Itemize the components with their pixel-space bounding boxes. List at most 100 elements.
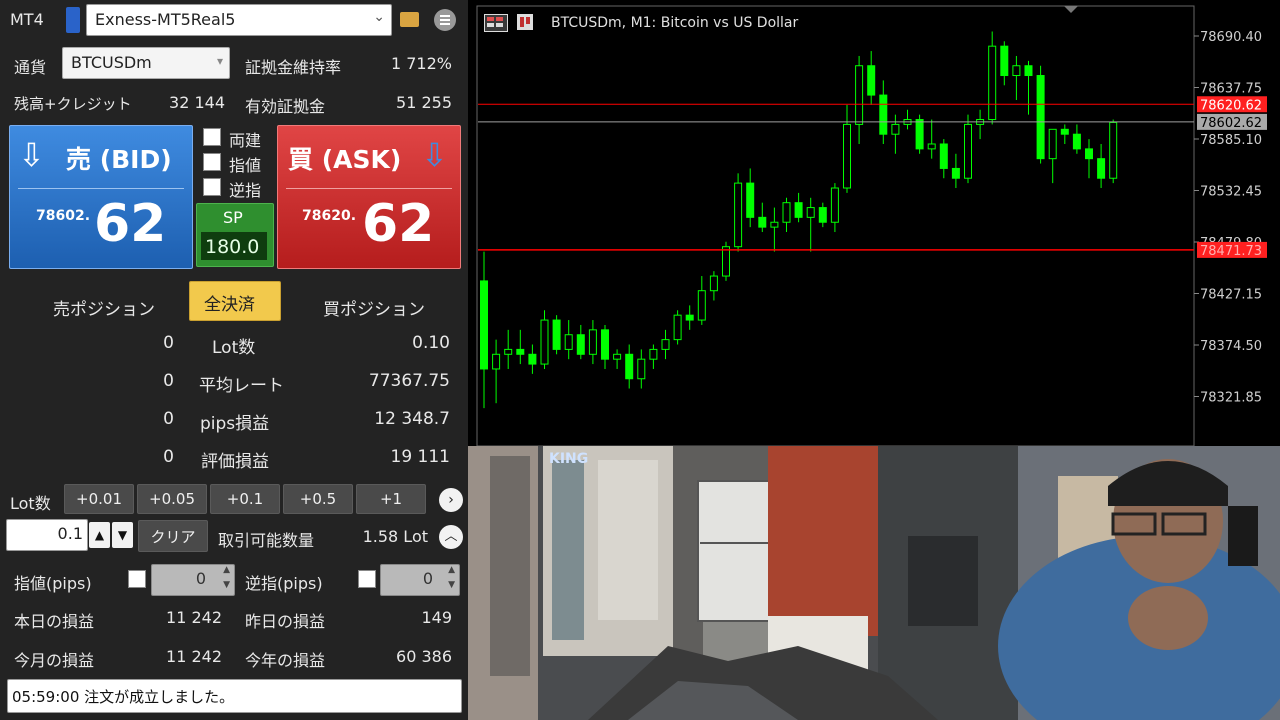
candle-bear [746,182,755,218]
arrow-down-icon: ⇩ [421,136,448,174]
menu-icon[interactable] [434,9,456,31]
tradable-label: 取引可能数量 [218,531,315,550]
stepper-up-icon[interactable]: ▲ [448,565,455,575]
chart-plot-frame [476,5,1195,447]
currency-label: 通貨 [14,58,47,77]
chart-trade-icon[interactable] [517,14,533,30]
candle-bull [1048,128,1057,160]
trading-panel: MT4 Exness-MT5Real5 ⌄ 通貨 BTCUSDm ▾ 証拠金維持… [0,0,468,720]
today-pl-label: 本日の損益 [14,612,95,631]
candle-bear [480,280,488,370]
currency-select[interactable]: BTCUSDm ▾ [62,47,230,79]
lot-down-button[interactable]: ▼ [112,522,133,548]
row-sell-avg: 0 [163,371,174,391]
sell-price-big: 62 [94,194,167,254]
stepper-up-icon[interactable]: ▲ [223,565,230,575]
equity-label: 有効証拠金 [245,97,326,116]
lot-input[interactable]: 0.1 [6,519,88,551]
candle-bull [891,123,900,135]
stop-pips-checkbox[interactable] [358,570,376,588]
lot-up-button[interactable]: ▲ [89,522,110,548]
stop-pips-label: 逆指(pips) [245,574,323,593]
mt4-label: MT4 [10,10,44,29]
account-select[interactable]: Exness-MT5Real5 ⌄ [86,4,392,36]
spread-value: 180.0 [205,236,260,258]
lot-add-1-button[interactable]: +1 [356,484,426,514]
folder-icon[interactable] [400,12,419,27]
candle-bull [673,314,682,341]
axis-label: 78532.45 [1200,185,1262,200]
candle-bear [794,202,803,218]
status-bar: 05:59:00 注文が成立しました。 [7,679,462,713]
candle-bull [964,123,972,179]
candle-bull [843,123,851,189]
chart-grid-icon[interactable] [484,14,508,32]
close-all-button[interactable]: 全決済 [189,281,281,321]
candle-bear [552,319,561,350]
chevron-up-icon[interactable]: ︿ [439,525,463,549]
chevron-down-icon: ⌄ [373,9,385,25]
candle-bull [492,353,501,370]
limit-pips-input[interactable]: 0 ▲ ▼ [151,564,235,596]
candle-bull [637,358,646,380]
row-label-lots: Lot数 [212,338,256,358]
candle-bull [504,348,513,355]
candle-bear [1097,158,1106,179]
stop-pips-input[interactable]: 0 ▲ ▼ [380,564,460,596]
candle-bear [1085,148,1093,160]
stepper-down-icon[interactable]: ▼ [223,580,230,590]
axis-label: 78427.15 [1200,288,1262,303]
account-color-indicator [66,7,80,33]
close-all-label: 全決済 [204,295,255,315]
candle-bear [818,207,827,223]
candle-bear [879,94,888,135]
stop-pips-value: 0 [422,569,433,588]
month-pl-value: 11 242 [166,647,222,666]
buy-button[interactable]: 買 (ASK) ⇩ 78620. 62 [277,125,461,269]
price-chart[interactable]: 78690.4078637.7578585.1078532.4578479.80… [468,0,1280,447]
row-sell-pips: 0 [163,409,174,429]
candle-bear [601,329,609,360]
candle-bull [697,290,706,321]
currency-select-value: BTCUSDm [71,53,152,72]
chart-svg: 78690.4078637.7578585.1078532.4578479.80… [476,5,1267,447]
lot-add-005-button[interactable]: +0.05 [137,484,207,514]
candle-bear [685,314,694,321]
lot-add-01-button[interactable]: +0.1 [210,484,280,514]
candle-bull [855,65,864,125]
candle-bear [867,65,876,96]
candle-bull [540,319,549,365]
candle-bull [830,187,839,223]
lot-add-05-button[interactable]: +0.5 [283,484,353,514]
year-pl-label: 今年の損益 [245,651,326,670]
stop-checkbox[interactable] [203,178,221,196]
candle-bull [613,353,622,360]
candle-bear [1072,133,1081,150]
buy-price-small: 78620. [302,208,357,224]
candle-bear [758,216,767,228]
stepper-down-icon[interactable]: ▼ [448,580,455,590]
account-select-value: Exness-MT5Real5 [95,10,236,29]
axis-label: 78637.75 [1200,82,1262,97]
sell-button[interactable]: ⇩ 売 (BID) 78602. 62 [9,125,193,269]
lot-add-001-button[interactable]: +0.01 [64,484,134,514]
row-label-avg: 平均レート [199,376,284,396]
ask-price-tag: 78620.62 [1200,98,1262,113]
lot-clear-button[interactable]: クリア [138,520,208,552]
chart-title: BTCUSDm, M1: Bitcoin vs US Dollar [551,15,799,31]
yesterday-pl-value: 149 [421,608,452,627]
axis-label: 78321.85 [1200,391,1262,406]
candle-bull [1012,65,1021,77]
year-pl-value: 60 386 [396,647,452,666]
candle-bull [770,221,779,228]
margin-rate-label: 証拠金維持率 [245,58,342,77]
limit-pips-checkbox[interactable] [128,570,146,588]
candle-bear [576,334,585,355]
candle-bear [1060,128,1069,135]
sell-title: 売 (BID) [66,145,172,174]
hedge-checkbox[interactable] [203,128,221,146]
chevron-right-icon[interactable]: › [439,488,463,512]
status-message: 05:59:00 注文が成立しました。 [12,688,235,706]
limit-checkbox[interactable] [203,153,221,171]
equity-value: 51 255 [396,93,452,112]
